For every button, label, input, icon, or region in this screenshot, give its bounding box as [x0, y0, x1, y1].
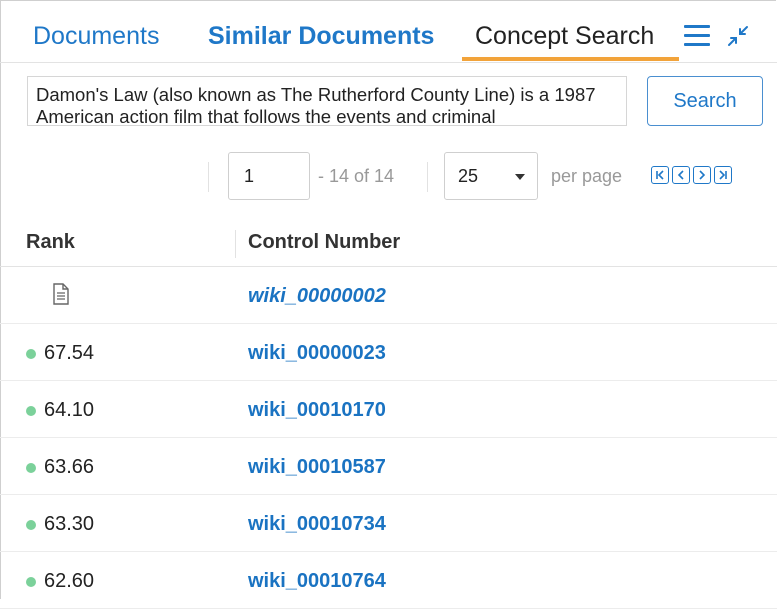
last-page-icon[interactable]	[714, 166, 732, 184]
control-number-link[interactable]: wiki_00010734	[248, 513, 386, 536]
rank-status-dot	[26, 405, 36, 416]
rank-status-dot	[26, 576, 36, 587]
control-number-link[interactable]: wiki_00010170	[248, 399, 386, 422]
column-header-control-number[interactable]: Control Number	[248, 231, 400, 254]
table-row[interactable]: 63.66 wiki_00010587	[0, 438, 777, 495]
rank-status-dot	[26, 462, 36, 473]
pagination-divider	[427, 162, 428, 192]
table-row[interactable]: wiki_00000002	[0, 267, 777, 324]
control-number-link[interactable]: wiki_00010587	[248, 456, 386, 479]
first-page-icon[interactable]	[651, 166, 669, 184]
control-number-link[interactable]: wiki_00000002	[248, 285, 386, 308]
collapse-arrows-icon[interactable]	[724, 22, 752, 50]
rank-value: 62.60	[44, 570, 95, 592]
tab-documents[interactable]: Documents	[33, 16, 159, 56]
rank-cell: 62.60	[26, 570, 94, 593]
pagination-divider	[208, 162, 209, 192]
tab-similar-documents[interactable]: Similar Documents	[208, 16, 434, 56]
table-row[interactable]: 63.30 wiki_00010734	[0, 495, 777, 552]
rank-status-dot	[26, 348, 36, 359]
previous-page-icon[interactable]	[672, 166, 690, 184]
tab-concept-search[interactable]: Concept Search	[475, 16, 654, 56]
page-number-input[interactable]: 1	[228, 152, 310, 200]
column-divider[interactable]	[235, 230, 236, 258]
search-button[interactable]: Search	[647, 76, 763, 126]
rank-cell: 64.10	[26, 399, 94, 422]
active-tab-indicator	[462, 57, 679, 61]
rank-value: 64.10	[44, 399, 95, 421]
per-page-label: per page	[551, 166, 623, 186]
next-page-icon[interactable]	[693, 166, 711, 184]
pagination-range: - 14 of 14	[318, 166, 395, 186]
page-navigation	[651, 166, 732, 186]
column-header-rank[interactable]: Rank	[26, 231, 75, 254]
rank-cell: 67.54	[26, 342, 94, 365]
rank-value: 63.66	[44, 456, 95, 478]
per-page-value: 25	[458, 166, 479, 186]
control-number-link[interactable]: wiki_00010764	[248, 570, 386, 593]
chevron-down-icon	[515, 174, 525, 180]
rank-cell: 63.66	[26, 456, 94, 479]
rank-value: 63.30	[44, 513, 95, 535]
rank-cell: 63.30	[26, 513, 94, 536]
control-number-link[interactable]: wiki_00000023	[248, 342, 386, 365]
per-page-select[interactable]: 25	[444, 152, 538, 200]
table-row[interactable]: 62.60 wiki_00010764	[0, 552, 777, 609]
concept-query-textarea[interactable]: Damon's Law (also known as The Rutherfor…	[27, 76, 627, 126]
tab-bar: Documents Similar Documents Concept Sear…	[0, 0, 777, 63]
hamburger-menu-icon[interactable]	[684, 25, 710, 47]
table-header: Rank Control Number	[0, 218, 777, 267]
table-row[interactable]: 64.10 wiki_00010170	[0, 381, 777, 438]
results-table: Rank Control Number wiki_00000002 67.54 …	[0, 218, 777, 609]
rank-status-dot	[26, 519, 36, 530]
document-icon	[52, 283, 70, 305]
table-row[interactable]: 67.54 wiki_00000023	[0, 324, 777, 381]
rank-value: 67.54	[44, 342, 95, 364]
